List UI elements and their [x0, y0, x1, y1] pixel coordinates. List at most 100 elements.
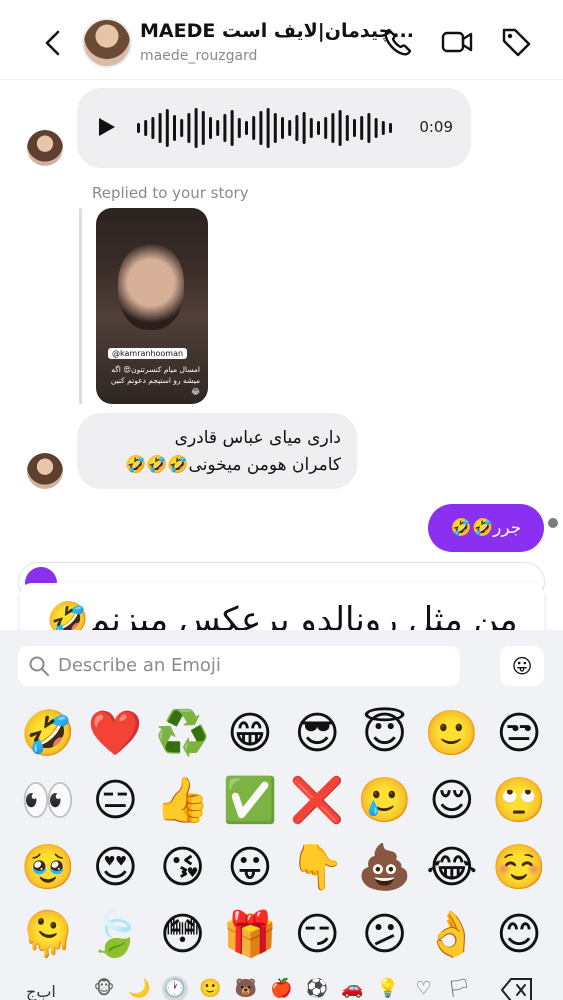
waveform-bar: [151, 117, 155, 139]
waveform-bar: [187, 113, 191, 143]
incoming-message[interactable]: داری میای عباس قادری کامران هومن میخونی🤣…: [77, 413, 357, 489]
message-line: داری میای عباس قادری: [174, 428, 341, 448]
video-call-icon[interactable]: [440, 25, 474, 59]
emoji-key[interactable]: 😌: [424, 773, 480, 829]
emoji-key[interactable]: 💩: [357, 840, 413, 896]
waveform-bar: [137, 123, 140, 133]
emoji-search-field[interactable]: Describe an Emoji: [18, 646, 460, 686]
waveform-bar: [245, 121, 248, 135]
waveform-bar: [331, 113, 335, 143]
waveform-bar: [144, 120, 148, 136]
waveform-bar: [367, 113, 371, 143]
tag-icon[interactable]: [499, 25, 533, 59]
waveform-bar: [324, 117, 328, 139]
emoji-key[interactable]: 😍: [87, 840, 143, 896]
back-arrow-icon[interactable]: [38, 26, 68, 60]
waveform-bar: [252, 116, 256, 140]
sender-avatar[interactable]: [27, 453, 63, 489]
waveform-bar: [273, 113, 277, 143]
waveform-bar: [374, 118, 378, 138]
emoji-key[interactable]: 👍: [155, 773, 211, 829]
emoji-category-tab[interactable]: ♡: [411, 976, 437, 1000]
outgoing-message[interactable]: جرر🤣🤣: [428, 504, 544, 552]
story-caption: امسال میام کنسرتتون😍 اگه میشه رو استیجم …: [110, 365, 200, 396]
waveform-bar: [281, 117, 284, 139]
voice-duration: 0:09: [419, 118, 453, 136]
waveform-bar: [302, 112, 306, 144]
emoji-category-tab[interactable]: 🙂: [198, 976, 224, 1000]
emoji-category-tab[interactable]: 🐻: [233, 976, 259, 1000]
emoji-key[interactable]: 👀: [20, 773, 76, 829]
language-switch-key[interactable]: اب‌ج: [26, 982, 56, 1000]
emoji-category-tab[interactable]: 🏳: [446, 976, 472, 1000]
emoji-key[interactable]: ☺️: [491, 840, 547, 896]
emoji-category-tab[interactable]: ⚽: [304, 976, 330, 1000]
waveform-bar: [353, 119, 356, 137]
emoji-key[interactable]: ❌: [289, 773, 345, 829]
emoji-key[interactable]: 😂: [424, 840, 480, 896]
reply-divider: [79, 208, 82, 404]
emoji-key[interactable]: 😎: [289, 706, 345, 762]
emoji-key[interactable]: 🎁: [222, 907, 278, 963]
waveform-bar: [201, 111, 205, 145]
waveform-bar: [209, 117, 212, 139]
waveform-bar: [237, 118, 241, 138]
play-icon[interactable]: [97, 116, 117, 138]
waveform-bar: [259, 111, 263, 145]
emoji-key[interactable]: ♻️: [155, 706, 211, 762]
voice-message[interactable]: 0:09: [77, 88, 471, 168]
emoji-key[interactable]: 🥹: [20, 840, 76, 896]
emoji-key[interactable]: 👇: [289, 840, 345, 896]
emoji-key[interactable]: 👌: [424, 907, 480, 963]
emoji-key[interactable]: ❤️: [87, 706, 143, 762]
waveform-bar: [288, 120, 292, 136]
emoji-category-tab[interactable]: 🚗: [340, 976, 366, 1000]
emoji-category-tab[interactable]: 💡: [375, 976, 401, 1000]
emoji-key[interactable]: 🫠: [20, 907, 76, 963]
waveform-bar: [266, 108, 270, 148]
emoji-key[interactable]: 🥲: [357, 773, 413, 829]
emoji-category-tab[interactable]: 🌙: [127, 976, 153, 1000]
chat-header: MAEDE چیدمان|لایف است... maede_rouzgard: [0, 0, 563, 80]
sender-avatar[interactable]: [27, 130, 63, 166]
emoji-key[interactable]: 😏: [289, 907, 345, 963]
waveform-bar: [230, 110, 234, 146]
waveform-bar: [338, 110, 342, 146]
emoji-key[interactable]: 🙄: [491, 773, 547, 829]
emoji-key[interactable]: 😁: [222, 706, 278, 762]
phone-call-icon[interactable]: [381, 25, 415, 59]
emoji-key[interactable]: 😒: [491, 706, 547, 762]
emoji-category-tab[interactable]: 🕐: [162, 976, 188, 1000]
emoji-key[interactable]: 😇: [357, 706, 413, 762]
search-placeholder: Describe an Emoji: [58, 655, 221, 676]
emoji-key[interactable]: 😊: [491, 907, 547, 963]
emoji-key[interactable]: 😘: [155, 840, 211, 896]
reply-note: Replied to your story: [92, 184, 249, 202]
contact-avatar[interactable]: [82, 18, 132, 68]
waveform-bar: [223, 114, 227, 142]
delete-key-icon[interactable]: [500, 977, 534, 1000]
waveform-bar: [180, 119, 184, 137]
emoji-face-button[interactable]: 😛: [500, 646, 544, 686]
waveform-bar: [173, 115, 176, 141]
emoji-key[interactable]: ✅: [222, 773, 278, 829]
story-mention-tag: @kamranhooman: [108, 348, 188, 359]
waveform-bar: [165, 109, 169, 147]
waveform-bar: [389, 123, 392, 133]
contact-handle[interactable]: maede_rouzgard: [140, 48, 257, 64]
emoji-key[interactable]: 🍃: [87, 907, 143, 963]
emoji-key[interactable]: 😑: [87, 773, 143, 829]
seen-indicator: [548, 518, 558, 528]
emoji-key[interactable]: 😕: [357, 907, 413, 963]
message-line: کامران هومن میخونی🤣🤣🤣: [125, 455, 341, 475]
emoji-key[interactable]: 🤣: [20, 706, 76, 762]
emoji-category-tab[interactable]: 🐵: [91, 976, 117, 1000]
emoji-key[interactable]: 😳: [155, 907, 211, 963]
emoji-key[interactable]: 😛: [222, 840, 278, 896]
story-thumbnail[interactable]: @kamranhooman امسال میام کنسرتتون😍 اگه م…: [96, 208, 208, 404]
waveform-bar: [381, 121, 385, 135]
story-photo: [118, 244, 184, 330]
emoji-key[interactable]: 🙂: [424, 706, 480, 762]
emoji-category-tab[interactable]: 🍎: [269, 976, 295, 1000]
contact-name[interactable]: MAEDE چیدمان|لایف است...: [140, 20, 414, 42]
